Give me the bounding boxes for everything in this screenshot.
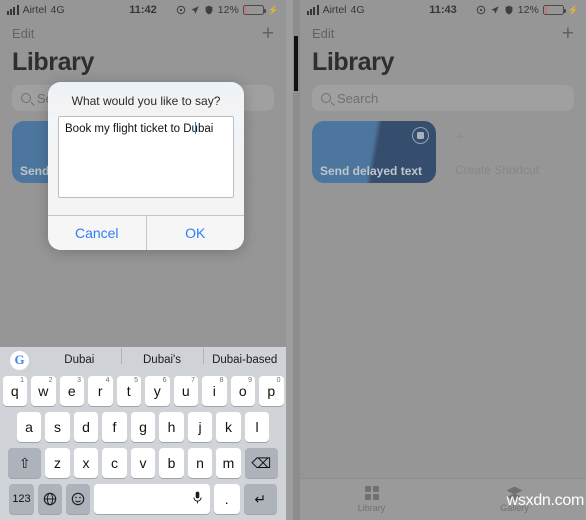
key-number: 1 xyxy=(20,377,24,384)
ok-button[interactable]: OK xyxy=(145,216,245,250)
key-i[interactable]: i8 xyxy=(202,376,227,406)
emoji-key-icon[interactable] xyxy=(65,484,90,514)
key-number: 8 xyxy=(219,377,224,384)
key-number: 3 xyxy=(77,377,81,384)
key-j[interactable]: j xyxy=(187,412,213,442)
key-number: 9 xyxy=(248,377,252,384)
key-h[interactable]: h xyxy=(159,412,184,442)
key-y[interactable]: y6 xyxy=(145,376,170,406)
on-screen-keyboard: G Dubai Dubai's Dubai-based q1 w2 e3 r4 … xyxy=(0,347,286,520)
key-a[interactable]: a xyxy=(16,412,42,442)
key-number: 0 xyxy=(276,377,281,384)
suggestion-item[interactable]: Dubai xyxy=(38,354,121,366)
dialog-body xyxy=(48,116,244,215)
key-number: 7 xyxy=(191,377,195,384)
key-number: 4 xyxy=(105,377,110,384)
text-caret xyxy=(195,122,197,134)
mic-icon[interactable] xyxy=(193,491,202,507)
suggestion-group: Dubai Dubai's Dubai-based xyxy=(38,348,286,366)
key-label: o xyxy=(238,383,247,399)
key-l[interactable]: l xyxy=(244,412,270,442)
watermark: wsxdn.com xyxy=(506,492,585,509)
suggestion-bar: G Dubai Dubai's Dubai-based xyxy=(0,347,286,373)
right-phone-screen: Airtel 4G 11:43 12% ⚡ Edit + Library Sea… xyxy=(300,0,586,520)
cancel-button[interactable]: Cancel xyxy=(48,216,146,250)
key-t[interactable]: t5 xyxy=(116,376,141,406)
key-label: p xyxy=(267,383,276,399)
key-o[interactable]: o9 xyxy=(230,376,255,406)
key-number: 6 xyxy=(162,377,167,384)
keyboard-row-3: ⇧ z x c v b n m ⌫ xyxy=(0,445,286,481)
shift-key-icon[interactable]: ⇧ xyxy=(8,448,42,478)
dual-screenshot: Airtel 4G 11:42 12% ⚡ Edit + Library Sea… xyxy=(0,0,586,520)
key-label: i xyxy=(212,383,216,399)
key-c[interactable]: c xyxy=(102,448,127,478)
key-label: w xyxy=(38,383,49,399)
key-r[interactable]: r4 xyxy=(88,376,113,406)
say-dialog: What would you like to say? Cancel OK xyxy=(48,82,244,250)
key-z[interactable]: z xyxy=(45,448,70,478)
key-f[interactable]: f xyxy=(102,412,127,442)
key-m[interactable]: m xyxy=(216,448,241,478)
key-label: r xyxy=(97,383,103,399)
keyboard-row-4: 123 . ↵ xyxy=(0,481,286,517)
enter-key-icon[interactable]: ↵ xyxy=(243,484,277,514)
key-s[interactable]: s xyxy=(45,412,70,442)
key-b[interactable]: b xyxy=(159,448,184,478)
key-p[interactable]: p0 xyxy=(259,376,284,406)
google-logo-icon[interactable]: G xyxy=(10,350,29,370)
key-number: 5 xyxy=(134,377,138,384)
suggestion-item[interactable]: Dubai-based xyxy=(203,348,286,366)
key-x[interactable]: x xyxy=(73,448,99,478)
left-phone-screen: Airtel 4G 11:42 12% ⚡ Edit + Library Sea… xyxy=(0,0,286,520)
key-label: q xyxy=(10,383,19,399)
space-key[interactable] xyxy=(93,484,210,514)
dialog-buttons: Cancel OK xyxy=(48,215,244,250)
keyboard-row-2: a s d f g h j k l xyxy=(0,409,286,445)
key-e[interactable]: e3 xyxy=(59,376,84,406)
key-u[interactable]: u7 xyxy=(173,376,198,406)
key-label: y xyxy=(153,383,161,399)
key-w[interactable]: w2 xyxy=(31,376,56,406)
keyboard-row-1: q1 w2 e3 r4 t5 y6 u7 i8 o9 p0 xyxy=(0,373,286,409)
suggestion-item[interactable]: Dubai's xyxy=(120,348,204,366)
key-q[interactable]: q1 xyxy=(2,376,27,406)
screen-divider xyxy=(293,0,300,520)
numbers-key[interactable]: 123 xyxy=(9,484,34,514)
key-label: e xyxy=(67,383,76,399)
key-n[interactable]: n xyxy=(187,448,213,478)
key-v[interactable]: v xyxy=(130,448,156,478)
key-label: t xyxy=(126,383,131,399)
key-k[interactable]: k xyxy=(216,412,241,442)
key-number: 2 xyxy=(48,377,53,384)
key-label: u xyxy=(181,383,190,399)
key-g[interactable]: g xyxy=(130,412,156,442)
right-dim-overlay xyxy=(300,0,586,520)
message-text-input[interactable] xyxy=(58,116,234,198)
text-input-wrapper xyxy=(58,116,234,203)
globe-key-icon[interactable] xyxy=(37,484,62,514)
period-key[interactable]: . xyxy=(213,484,240,514)
backspace-key-icon[interactable]: ⌫ xyxy=(244,448,278,478)
key-d[interactable]: d xyxy=(73,412,99,442)
dialog-title: What would you like to say? xyxy=(48,82,244,116)
